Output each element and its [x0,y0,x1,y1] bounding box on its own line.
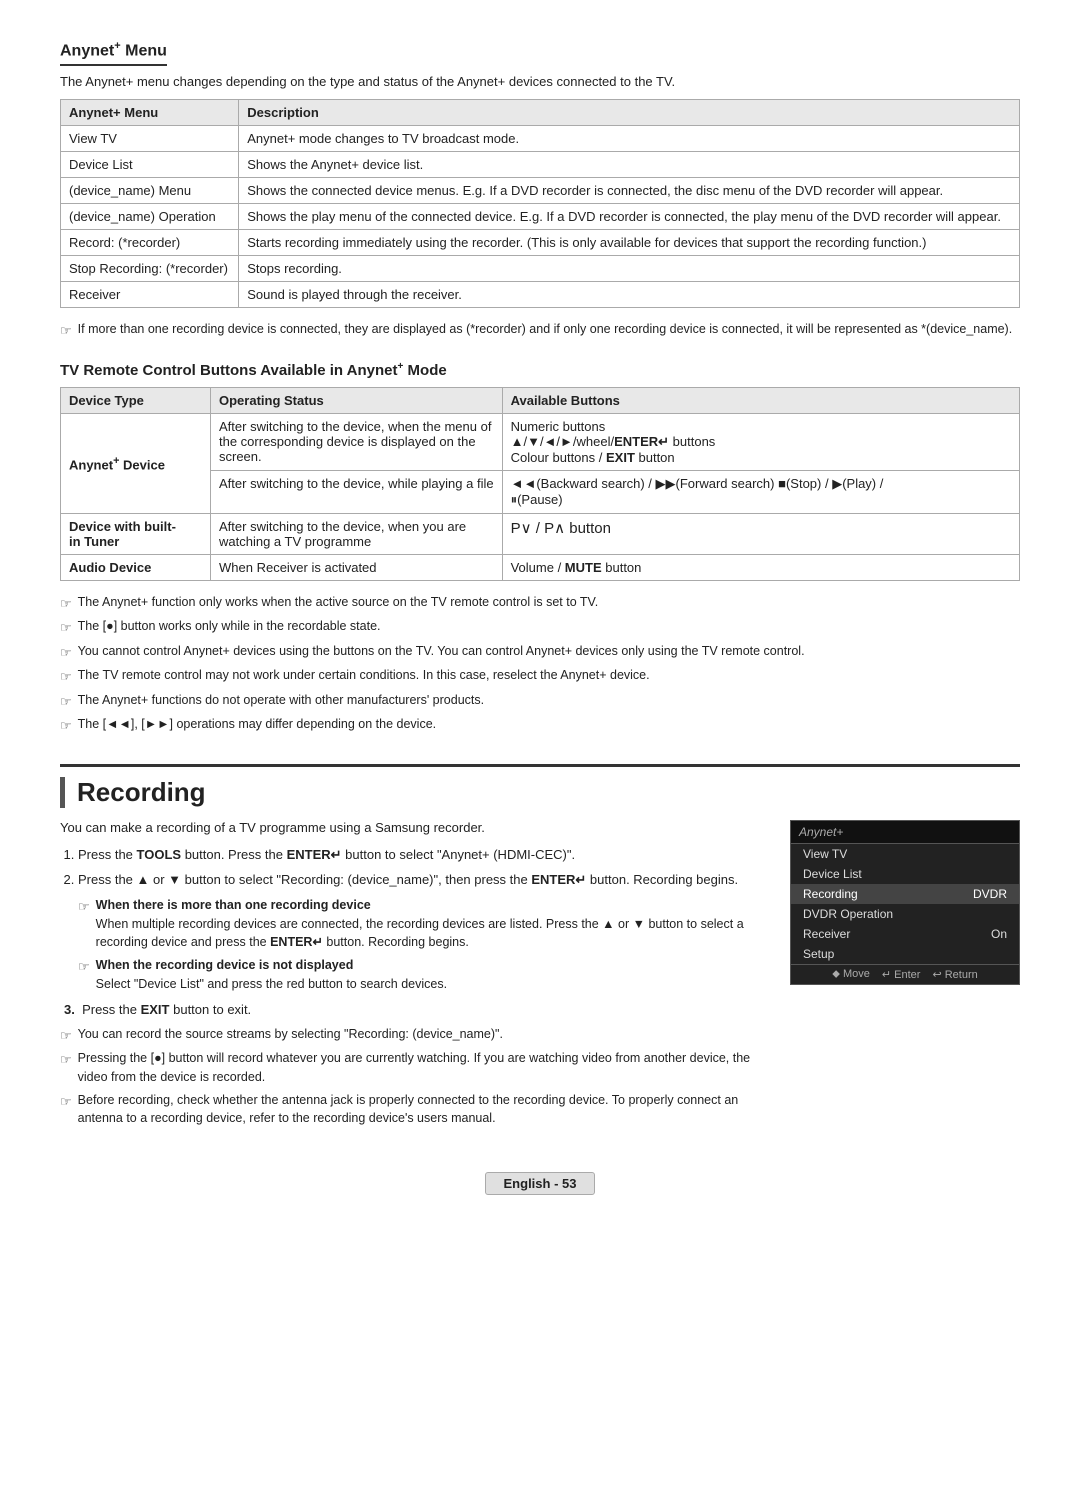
table-row: Stop Recording: (*recorder)Stops recordi… [61,256,1020,282]
recording-image-column: Anynet+ View TVDevice ListRecordingDVDRD… [790,820,1020,1132]
note-icon: ☞ [60,1026,72,1046]
tv-remote-table: Device Type Operating Status Available B… [60,387,1020,581]
status-anynet-2: After switching to the device, while pla… [211,470,503,513]
tv-remote-title: TV Remote Control Buttons Available in A… [60,361,1020,379]
col-header-description: Description [239,100,1020,126]
recording-note: ☞Pressing the [●] button will record wha… [60,1049,766,1087]
recording-note: ☞You can record the source streams by se… [60,1025,766,1046]
table-row: Anynet+ Device After switching to the de… [61,413,1020,470]
anynet-menu-section: Anynet+ Menu The Anynet+ menu changes de… [60,40,1020,341]
col-header-opstate: Operating Status [211,387,503,413]
note-icon: ☞ [60,321,72,341]
device-anynet: Anynet+ Device [61,413,211,513]
col-header-device: Device Type [61,387,211,413]
note-icon: ☞ [60,643,72,663]
anynet-screen-header: Anynet+ [791,821,1019,844]
anynet-screen-box: Anynet+ View TVDevice ListRecordingDVDRD… [790,820,1020,985]
note-icon-more: ☞ [78,897,90,917]
note-icon-notdisplayed: ☞ [78,957,90,977]
tv-remote-note: ☞The Anynet+ functions do not operate wi… [60,691,1020,712]
table-row: (device_name) OperationShows the play me… [61,204,1020,230]
note-icon: ☞ [60,716,72,736]
recording-note: ☞Before recording, check whether the ant… [60,1091,766,1129]
recording-content: You can make a recording of a TV program… [60,820,1020,1132]
tv-remote-note: ☞The Anynet+ function only works when th… [60,593,1020,614]
recording-step-2: Press the ▲ or ▼ button to select "Recor… [78,870,766,993]
recording-intro: You can make a recording of a TV program… [60,820,766,835]
note-icon: ☞ [60,618,72,638]
anynet-screen-items: View TVDevice ListRecordingDVDRDVDR Oper… [791,844,1019,964]
tv-remote-notes: ☞The Anynet+ function only works when th… [60,593,1020,736]
buttons-audio: Volume / MUTE button [502,554,1019,580]
buttons-tuner: P∨ / P∧ button [502,513,1019,554]
recording-steps-list: Press the TOOLS button. Press the ENTER↵… [60,845,766,994]
note-icon: ☞ [60,692,72,712]
anynet-menu-title: Anynet+ Menu [60,40,167,66]
recording-step-1: Press the TOOLS button. Press the ENTER↵… [78,845,766,865]
recording-title: Recording [60,777,1020,808]
note-icon: ☞ [60,1092,72,1112]
recording-section: Recording You can make a recording of a … [60,764,1020,1132]
status-anynet-1: After switching to the device, when the … [211,413,503,470]
tv-remote-note: ☞The [◄◄], [►►] operations may differ de… [60,715,1020,736]
anynet-screen-item: DVDR Operation [791,904,1019,924]
anynet-menu-table: Anynet+ Menu Description View TVAnynet+ … [60,99,1020,308]
table-row: View TVAnynet+ mode changes to TV broadc… [61,126,1020,152]
footer-bar: English - 53 [60,1172,1020,1195]
anynet-menu-note: ☞ If more than one recording device is c… [60,320,1020,341]
table-row: Device with built-in Tuner After switchi… [61,513,1020,554]
table-row: (device_name) MenuShows the connected de… [61,178,1020,204]
table-row: ReceiverSound is played through the rece… [61,282,1020,308]
anynet-screen-item: ReceiverOn [791,924,1019,944]
col-header-buttons: Available Buttons [502,387,1019,413]
tv-remote-note: ☞The [●] button works only while in the … [60,617,1020,638]
status-tuner: After switching to the device, when you … [211,513,503,554]
anynet-screen-item: View TV [791,844,1019,864]
table-row: Device ListShows the Anynet+ device list… [61,152,1020,178]
anynet-screen-item: Device List [791,864,1019,884]
device-audio: Audio Device [61,554,211,580]
sub-note-more-devices: ☞ When there is more than one recording … [78,896,766,994]
recording-notes: ☞You can record the source streams by se… [60,1025,766,1129]
note-icon: ☞ [60,667,72,687]
buttons-anynet-2: ◄◄(Backward search) / ▶▶(Forward search)… [502,470,1019,513]
table-row: Record: (*recorder)Starts recording imme… [61,230,1020,256]
device-tuner: Device with built-in Tuner [61,513,211,554]
anynet-screen-footer: ⬥ Move ↵ Enter ↩ Return [791,964,1019,984]
footer-label: English - 53 [485,1172,596,1195]
tv-remote-section: TV Remote Control Buttons Available in A… [60,361,1020,736]
recording-text-column: You can make a recording of a TV program… [60,820,766,1132]
anynet-screen-item: RecordingDVDR [791,884,1019,904]
col-header-menu: Anynet+ Menu [61,100,239,126]
buttons-anynet-1: Numeric buttons ▲/▼/◄/►/wheel/ENTER↵ but… [502,413,1019,470]
anynet-screen-item: Setup [791,944,1019,964]
recording-step-3: 3. Press the EXIT button to exit. [64,1002,766,1017]
tv-remote-note: ☞The TV remote control may not work unde… [60,666,1020,687]
anynet-menu-intro: The Anynet+ menu changes depending on th… [60,74,1020,89]
status-audio: When Receiver is activated [211,554,503,580]
tv-remote-note: ☞You cannot control Anynet+ devices usin… [60,642,1020,663]
note-icon: ☞ [60,594,72,614]
note-icon: ☞ [60,1050,72,1070]
table-row: Audio Device When Receiver is activated … [61,554,1020,580]
